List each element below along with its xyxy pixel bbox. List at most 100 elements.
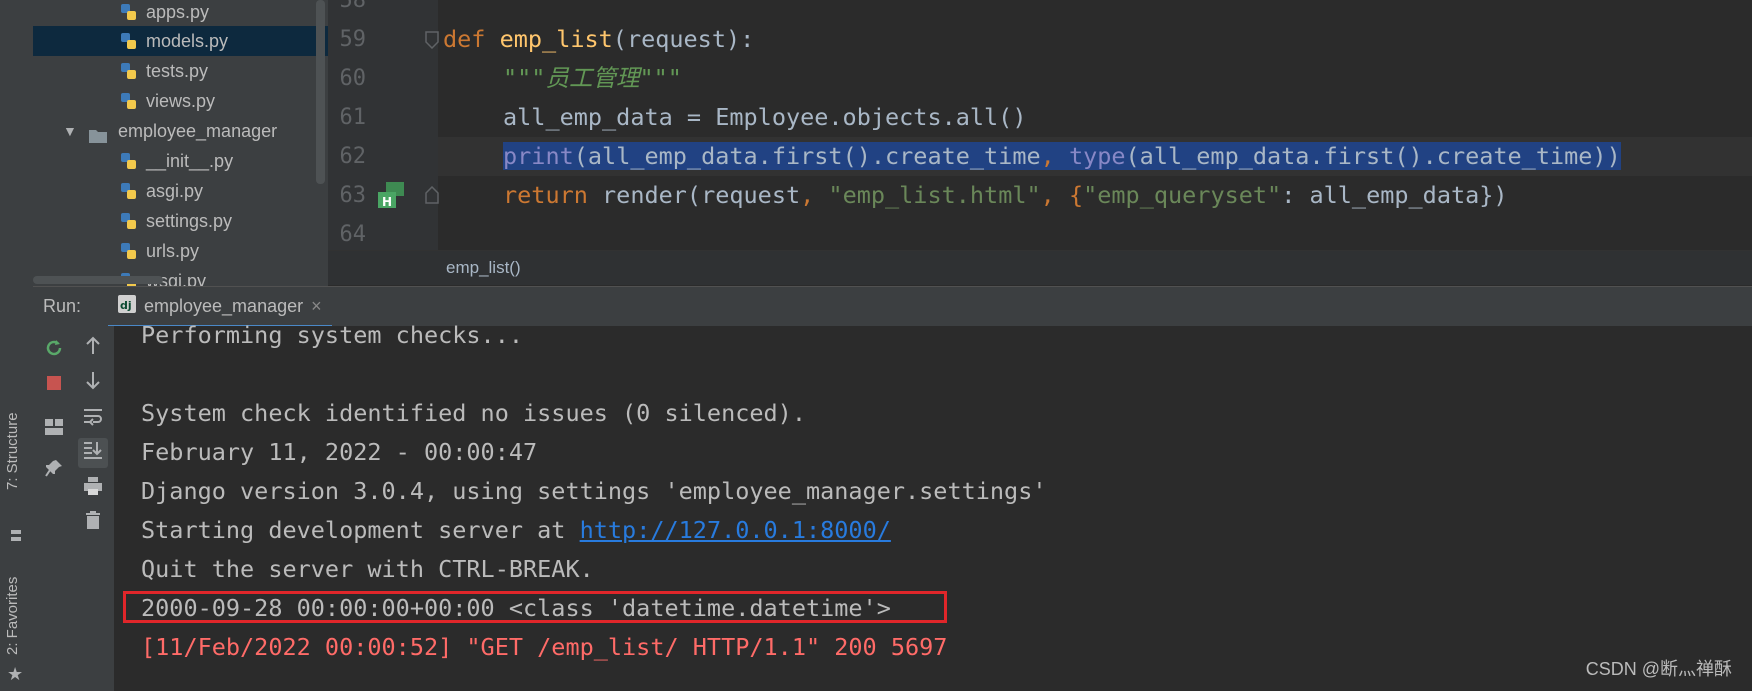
svg-text:H: H (382, 195, 392, 209)
print-icon (82, 476, 104, 502)
pin-tab-button[interactable] (39, 456, 69, 486)
line-number: 63 (339, 183, 367, 208)
console-line: February 11, 2022 - 00:00:47 (141, 438, 538, 466)
fold-marker-icon[interactable] (425, 31, 439, 53)
run-toolbar-secondary (72, 326, 115, 691)
builtin-print: print (503, 142, 574, 170)
stop-icon (45, 373, 63, 398)
docstring: """员工管理""" (503, 64, 682, 92)
code-text: (request): (612, 25, 755, 53)
code-text: render(request (587, 181, 801, 209)
pin-icon (44, 458, 64, 484)
arrow-down-icon (84, 370, 102, 396)
svg-text:dj: dj (120, 299, 132, 312)
tree-item-label: views.py (146, 91, 216, 111)
line-number: 62 (339, 144, 367, 169)
line-number: 64 (339, 222, 367, 247)
structure-tab-label: 7: Structure (4, 412, 21, 490)
tree-item-label: employee_manager (118, 121, 278, 141)
selected-code: print(all_emp_data.first().create_time, … (503, 142, 1621, 170)
console-text: Starting development server at (141, 516, 580, 544)
python-file-icon (120, 241, 138, 261)
scroll-down-button[interactable] (78, 368, 108, 398)
tree-item-asgi[interactable]: asgi.py (33, 176, 328, 206)
tree-item-label: apps.py (146, 2, 210, 22)
watermark: CSDN @断灬禅酥 (1585, 659, 1732, 679)
code-line-61: all_emp_data = Employee.objects.all() (503, 98, 1026, 137)
tree-item-label: asgi.py (146, 181, 204, 201)
tree-item-settings[interactable]: settings.py (33, 206, 328, 236)
arrow-up-icon (84, 336, 102, 362)
left-tool-strip: 7: Structure 2: Favorites ★ (0, 0, 34, 691)
tree-vertical-scrollbar[interactable] (316, 0, 325, 184)
trash-icon (84, 510, 102, 536)
fold-marker-icon[interactable] (425, 185, 439, 208)
console-line: Starting development server at http://12… (141, 511, 891, 550)
project-tree: apps.py models.py tests.py views.py ▼ em… (33, 0, 328, 286)
tree-item-urls[interactable]: urls.py (33, 236, 328, 266)
rerun-button[interactable] (39, 336, 69, 366)
close-icon[interactable]: × (311, 296, 322, 317)
stop-button[interactable] (39, 370, 69, 400)
code-text: (all_emp_data.first().create_time)) (1125, 142, 1621, 170)
console-line-request-log: [11/Feb/2022 00:00:52] "GET /emp_list/ H… (141, 633, 948, 661)
tree-item-label: __init__.py (146, 151, 234, 171)
code-text: all_emp_data = Employee.objects.all() (503, 103, 1027, 131)
favorites-tab-label: 2: Favorites (4, 576, 21, 655)
tree-item-views[interactable]: views.py (33, 86, 328, 116)
console-line: Performing system checks... (141, 321, 524, 349)
tree-horizontal-scrollbar[interactable] (33, 276, 163, 284)
expand-arrow-icon[interactable]: ▼ (63, 116, 77, 146)
server-url-link[interactable]: http://127.0.0.1:8000/ (580, 516, 891, 544)
code-punct: , (800, 181, 829, 209)
soft-wrap-icon (82, 406, 104, 432)
function-name: emp_list (499, 25, 613, 53)
rerun-icon (43, 337, 65, 365)
line-number: 58 (339, 0, 367, 13)
annotation-highlight-box (123, 591, 947, 623)
code-text: (all_emp_data.first().create_time (573, 142, 1041, 170)
structure-tab[interactable]: 7: Structure (4, 412, 21, 490)
tree-item-models[interactable]: models.py (33, 26, 328, 56)
favorites-tab[interactable]: 2: Favorites (4, 577, 21, 655)
keyword-def: def (443, 25, 486, 53)
python-file-icon (120, 91, 138, 111)
tree-item-init[interactable]: __init__.py (33, 146, 328, 176)
scroll-to-end-button[interactable] (78, 438, 108, 468)
code-line-59: def emp_list(request): (443, 20, 754, 59)
line-number: 59 (339, 27, 367, 52)
django-icon: dj (118, 294, 136, 318)
scroll-to-end-icon (82, 440, 104, 466)
run-console-output[interactable]: Performing system checks... System check… (114, 321, 1752, 691)
scroll-up-button[interactable] (78, 334, 108, 364)
layout-button[interactable] (39, 414, 69, 444)
breadcrumb-bar: emp_list() (328, 250, 1752, 285)
builtin-type: type (1068, 142, 1126, 170)
star-icon: ★ (7, 664, 24, 685)
line-number: 60 (339, 66, 367, 91)
editor-gutter: 58 59 60 61 62 63 64 H (328, 0, 439, 250)
console-line: Quit the server with CTRL-BREAK. (141, 555, 594, 583)
print-button[interactable] (78, 474, 108, 504)
code-punct: , (1040, 142, 1069, 170)
code-line-60: """员工管理""" (503, 59, 682, 98)
tree-item-tests[interactable]: tests.py (33, 56, 328, 86)
string-literal: "emp_queryset" (1083, 181, 1282, 209)
django-template-gutter-icon[interactable]: H (376, 180, 406, 214)
tree-item-label: urls.py (146, 241, 200, 261)
breadcrumb[interactable]: emp_list() (446, 258, 521, 278)
code-editor[interactable]: 58 59 60 61 62 63 64 H def emp_list(requ… (328, 0, 1752, 250)
tree-item-label: settings.py (146, 211, 233, 231)
structure-icon (9, 528, 23, 542)
soft-wrap-button[interactable] (78, 404, 108, 434)
code-punct: , { (1040, 181, 1084, 209)
python-file-icon (120, 2, 138, 22)
ide-window: 7: Structure 2: Favorites ★ apps.py mode… (0, 0, 1752, 691)
clear-all-button[interactable] (78, 508, 108, 538)
tree-folder-employee-manager[interactable]: ▼ employee_manager (33, 116, 328, 146)
keyword-return: return (503, 181, 588, 209)
python-file-icon (120, 211, 138, 231)
run-label: Run: (43, 296, 82, 316)
tree-item-apps[interactable]: apps.py (33, 0, 328, 27)
console-line: Django version 3.0.4, using settings 'em… (141, 477, 1047, 505)
